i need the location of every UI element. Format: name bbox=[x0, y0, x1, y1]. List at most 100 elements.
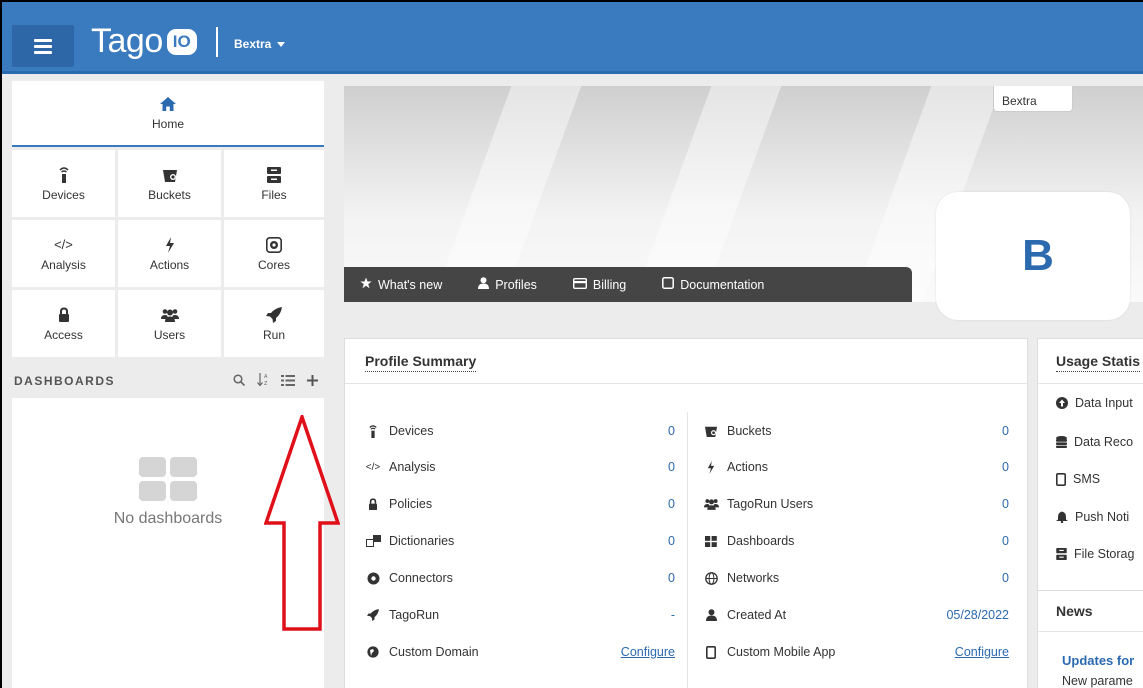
svg-text:A: A bbox=[264, 374, 268, 380]
usage-statistics-panel: Usage Statis Data Input Data Reco SMS Pu… bbox=[1037, 338, 1143, 608]
lock-icon bbox=[58, 306, 70, 324]
hamburger-menu-button[interactable] bbox=[12, 25, 74, 67]
annotation-arrow bbox=[264, 415, 340, 631]
sidebar-item-analysis[interactable]: </> Analysis bbox=[12, 220, 115, 287]
app-window: Tago IO Bextra Home Devices Buckets File… bbox=[0, 0, 1143, 688]
billing-label: Billing bbox=[592, 277, 627, 292]
documentation-label: Documentation bbox=[680, 277, 765, 292]
add-dashboard-button[interactable] bbox=[307, 373, 318, 389]
sidebar-item-label: Cores bbox=[257, 257, 290, 272]
sidebar-item-label: Files bbox=[261, 187, 287, 202]
summary-label: TagoRun Users bbox=[727, 497, 814, 511]
summary-row-actions: Actions 0 bbox=[703, 457, 1009, 477]
sidebar-item-cores[interactable]: Cores bbox=[224, 220, 324, 287]
sidebar-item-home[interactable]: Home bbox=[12, 81, 324, 147]
rocket-icon bbox=[365, 609, 381, 621]
book-icon bbox=[662, 277, 675, 292]
summary-row-analysis: </> Analysis 0 bbox=[365, 457, 675, 477]
mobile-icon bbox=[1056, 472, 1066, 486]
bucket-icon bbox=[703, 425, 719, 437]
news-text: New parame bbox=[1062, 674, 1133, 688]
mobile-icon bbox=[703, 645, 719, 659]
summary-label: Dashboards bbox=[727, 534, 795, 548]
user-icon bbox=[703, 609, 719, 621]
billing-link[interactable]: Billing bbox=[572, 277, 627, 292]
panel-title: Usage Statis bbox=[1056, 353, 1141, 372]
dashboards-header: DASHBOARDS AZ bbox=[12, 366, 324, 396]
bolt-icon bbox=[165, 236, 175, 254]
usage-row-data-input: Data Input bbox=[1056, 394, 1133, 412]
sidebar-item-devices[interactable]: Devices bbox=[12, 150, 115, 217]
sidebar-item-buckets[interactable]: Buckets bbox=[118, 150, 221, 217]
summary-value: 0 bbox=[668, 497, 675, 511]
summary-label: Devices bbox=[389, 424, 434, 438]
network-icon bbox=[703, 571, 719, 585]
profiles-link[interactable]: Profiles bbox=[478, 277, 537, 292]
logo-text: Tago bbox=[91, 22, 163, 60]
summary-row-custom-mobile-app: Custom Mobile App Configure bbox=[703, 642, 1009, 662]
chevron-down-icon bbox=[277, 41, 286, 47]
dashboard-placeholder-icon bbox=[139, 457, 197, 501]
top-bar: Tago IO Bextra bbox=[2, 2, 1143, 74]
usage-row-file-storage: File Storag bbox=[1056, 545, 1134, 563]
device-icon bbox=[58, 166, 70, 184]
code-icon: </> bbox=[54, 237, 73, 252]
files-icon bbox=[1056, 548, 1067, 560]
lock-icon bbox=[365, 498, 381, 510]
summary-label: Analysis bbox=[389, 460, 436, 474]
globe-icon bbox=[365, 646, 381, 658]
sidebar-item-label: Analysis bbox=[41, 257, 86, 272]
tagoio-logo[interactable]: Tago IO bbox=[91, 22, 197, 61]
sidebar-item-files[interactable]: Files bbox=[224, 150, 324, 217]
summary-value: 0 bbox=[668, 460, 675, 474]
whats-new-label: What's new bbox=[378, 277, 443, 292]
search-icon[interactable] bbox=[233, 373, 246, 389]
sidebar-item-label: Access bbox=[44, 327, 83, 342]
sidebar-item-users[interactable]: Users bbox=[118, 290, 221, 357]
news-headline-link[interactable]: Updates for bbox=[1062, 653, 1134, 668]
summary-value: 05/28/2022 bbox=[946, 608, 1009, 622]
usage-row-data-records: Data Reco bbox=[1056, 433, 1133, 451]
sidebar-item-run[interactable]: Run bbox=[224, 290, 324, 357]
quick-links-bar: What's new Profiles Billing Documentatio… bbox=[344, 267, 912, 302]
summary-label: Created At bbox=[727, 608, 787, 622]
whats-new-link[interactable]: What's new bbox=[360, 277, 442, 292]
summary-value: 0 bbox=[1002, 460, 1009, 474]
sidebar-item-access[interactable]: Access bbox=[12, 290, 115, 357]
sidebar-item-label: Home bbox=[151, 117, 184, 131]
code-icon: </> bbox=[365, 461, 381, 473]
dashboard-icon bbox=[703, 535, 719, 547]
svg-text:Z: Z bbox=[264, 381, 268, 386]
panel-title: Profile Summary bbox=[365, 353, 477, 372]
usage-label: File Storag bbox=[1074, 547, 1135, 561]
logo-badge: IO bbox=[166, 28, 197, 55]
summary-row-buckets: Buckets 0 bbox=[703, 421, 1009, 441]
device-icon bbox=[365, 424, 381, 438]
profile-avatar[interactable]: B bbox=[936, 192, 1130, 320]
usage-row-sms: SMS bbox=[1056, 470, 1100, 488]
rocket-icon bbox=[266, 306, 282, 324]
cores-icon bbox=[266, 236, 282, 254]
usage-label: SMS bbox=[1073, 472, 1101, 486]
summary-row-policies: Policies 0 bbox=[365, 494, 675, 514]
summary-row-connectors: Connectors 0 bbox=[365, 568, 675, 588]
summary-value: 0 bbox=[1002, 571, 1009, 585]
summary-row-dictionaries: Dictionaries 0 bbox=[365, 531, 675, 551]
configure-mobile-app-link[interactable]: Configure bbox=[955, 645, 1009, 659]
configure-domain-link[interactable]: Configure bbox=[621, 645, 675, 659]
summary-label: Connectors bbox=[389, 571, 453, 585]
files-icon bbox=[267, 166, 281, 184]
bucket-icon bbox=[162, 166, 178, 184]
account-selector[interactable]: Bextra bbox=[234, 37, 286, 51]
users-icon bbox=[703, 498, 719, 510]
list-view-icon[interactable] bbox=[281, 373, 295, 389]
sidebar-item-label: Run bbox=[262, 327, 285, 342]
sort-icon[interactable]: AZ bbox=[257, 373, 269, 389]
upload-icon bbox=[1056, 397, 1068, 409]
database-icon bbox=[1056, 436, 1067, 448]
column-divider bbox=[687, 412, 688, 688]
sidebar-item-label: Devices bbox=[42, 187, 85, 202]
documentation-link[interactable]: Documentation bbox=[662, 277, 764, 292]
sidebar-item-actions[interactable]: Actions bbox=[118, 220, 221, 287]
profile-name-tab: Bextra bbox=[993, 86, 1073, 112]
